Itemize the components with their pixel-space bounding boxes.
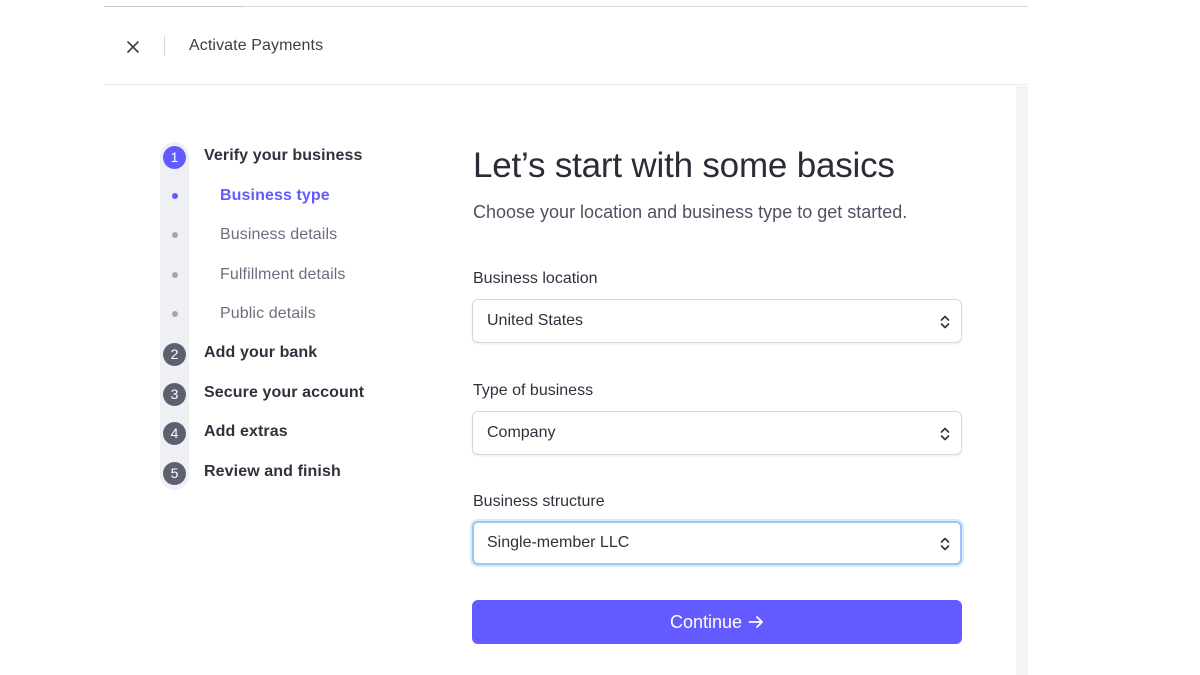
substep-label: Business type	[220, 187, 330, 204]
step-verify-business[interactable]: 1 Verify your business	[160, 143, 460, 171]
arrow-right-icon	[748, 615, 763, 628]
continue-button[interactable]: Continue	[472, 600, 962, 644]
step-label: Add your bank	[204, 344, 318, 361]
substep-label: Fulfillment details	[220, 266, 346, 283]
continue-label: Continue	[669, 612, 743, 632]
business-structure-label: Business structure	[473, 493, 605, 510]
step-number-badge: 3	[163, 383, 186, 406]
step-secure-account[interactable]: 3 Secure your account	[160, 380, 460, 408]
dialog-header: Activate Payments	[104, 7, 1028, 85]
step-number-badge: 2	[163, 343, 186, 366]
chevron-up-down-icon	[940, 427, 950, 441]
close-icon	[127, 41, 139, 53]
select-value: United States	[487, 312, 584, 329]
substep-label: Public details	[220, 305, 316, 322]
substep-business-details[interactable]: Business details	[160, 222, 460, 250]
step-number-badge: 1	[163, 146, 186, 169]
substep-dot	[172, 311, 178, 317]
step-label: Verify your business	[204, 147, 363, 164]
step-add-extras[interactable]: 4 Add extras	[160, 419, 460, 447]
step-number-badge: 5	[163, 462, 186, 485]
step-label: Secure your account	[204, 384, 365, 401]
select-value: Single-member LLC	[487, 534, 630, 551]
step-label: Review and finish	[204, 463, 341, 480]
substep-public-details[interactable]: Public details	[160, 301, 460, 329]
business-structure-select[interactable]: Single-member LLC	[472, 521, 962, 565]
substep-label: Business details	[220, 226, 338, 243]
business-type-label: Type of business	[473, 382, 594, 399]
chevron-up-down-icon	[940, 315, 950, 329]
business-type-select[interactable]: Company	[472, 411, 962, 455]
business-location-select[interactable]: United States	[472, 299, 962, 343]
form-subheading: Choose your location and business type t…	[473, 202, 908, 222]
substep-dot	[172, 272, 178, 278]
step-review-finish[interactable]: 5 Review and finish	[160, 459, 460, 487]
header-divider	[164, 36, 165, 56]
page-title: Activate Payments	[189, 37, 324, 54]
substep-dot	[172, 232, 178, 238]
step-number-badge: 4	[163, 422, 186, 445]
form-heading: Let’s start with some basics	[473, 146, 895, 185]
step-label: Add extras	[204, 423, 288, 440]
substep-business-type[interactable]: Business type	[160, 183, 460, 211]
right-panel-edge	[1016, 86, 1028, 675]
chevron-up-down-icon	[940, 537, 950, 551]
step-add-bank[interactable]: 2 Add your bank	[160, 340, 460, 368]
close-button[interactable]	[118, 32, 148, 62]
substep-dot	[172, 193, 178, 199]
select-value: Company	[487, 424, 556, 441]
business-location-label: Business location	[473, 270, 598, 287]
substep-fulfillment-details[interactable]: Fulfillment details	[160, 262, 460, 290]
